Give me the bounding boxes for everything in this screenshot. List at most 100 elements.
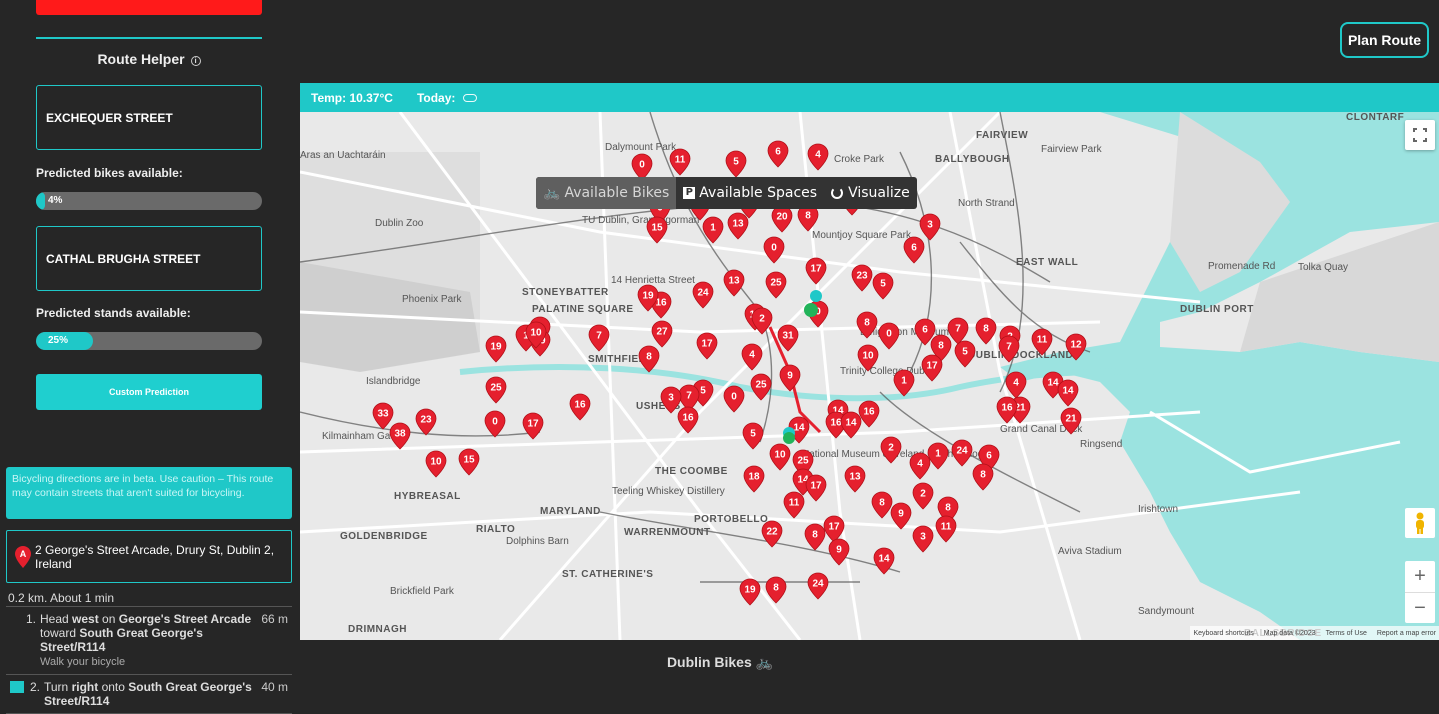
station-marker[interactable]: 17 xyxy=(921,354,943,382)
station-marker[interactable]: 16 xyxy=(677,406,699,434)
available-bikes-tab[interactable]: 🚲 Available Bikes xyxy=(536,177,677,209)
station-marker[interactable]: 17 xyxy=(805,257,827,285)
zoom-out-button[interactable]: − xyxy=(1405,592,1435,623)
station-marker[interactable]: 19 xyxy=(485,335,507,363)
station-marker[interactable]: 5 xyxy=(725,150,747,178)
fullscreen-button[interactable] xyxy=(1405,120,1435,150)
street-view-pegman[interactable] xyxy=(1405,508,1435,538)
station-marker[interactable]: 11 xyxy=(669,148,691,176)
weather-bar: Temp: 10.37°C Today: xyxy=(300,83,1439,112)
station-marker[interactable]: 14 xyxy=(1057,379,1079,407)
station-marker[interactable]: 5 xyxy=(742,422,764,450)
map-place-label: Trinity College Dublin xyxy=(840,366,935,377)
station-marker[interactable]: 2 xyxy=(912,482,934,510)
station-marker[interactable]: 8 xyxy=(804,523,826,551)
station-marker[interactable]: 7 xyxy=(588,324,610,352)
terms-link[interactable]: Terms of Use xyxy=(1326,630,1367,637)
station-marker[interactable]: 33 xyxy=(372,402,394,430)
station-marker[interactable]: 8 xyxy=(871,491,893,519)
station-marker[interactable]: 1 xyxy=(927,442,949,470)
svg-text:2: 2 xyxy=(759,314,765,325)
station-marker[interactable]: 18 xyxy=(743,465,765,493)
svg-text:6: 6 xyxy=(775,147,781,158)
info-icon[interactable]: i xyxy=(190,56,201,66)
available-spaces-tab[interactable]: P Available Spaces xyxy=(676,177,824,209)
station-marker[interactable]: 3 xyxy=(919,213,941,241)
visualize-tab[interactable]: Visualize xyxy=(824,177,917,209)
svg-text:1: 1 xyxy=(710,223,716,234)
station-marker[interactable]: 10 xyxy=(425,450,447,478)
station-marker[interactable]: 9 xyxy=(779,364,801,392)
station-marker[interactable]: 19 xyxy=(739,578,761,606)
station-marker[interactable]: 3 xyxy=(912,525,934,553)
station-marker[interactable]: 13 xyxy=(727,212,749,240)
station-marker[interactable]: 13 xyxy=(723,269,745,297)
station-marker[interactable]: 7 xyxy=(947,317,969,345)
station-marker[interactable]: 17 xyxy=(805,474,827,502)
station-marker[interactable]: 16 xyxy=(858,400,880,428)
map-place-label: Dalymount Park xyxy=(605,142,677,153)
svg-text:14: 14 xyxy=(793,423,805,434)
report-error-link[interactable]: Report a map error xyxy=(1377,630,1436,637)
plan-route-button[interactable]: Plan Route xyxy=(1340,22,1429,58)
station-marker[interactable]: 14 xyxy=(873,547,895,575)
station-marker[interactable]: 0 xyxy=(878,322,900,350)
custom-prediction-button[interactable]: Custom Prediction xyxy=(36,374,262,410)
keyboard-shortcuts-link[interactable]: Keyboard shortcuts xyxy=(1193,630,1253,637)
station-marker[interactable]: 23 xyxy=(851,264,873,292)
map-place-label: 14 Henrietta Street xyxy=(611,275,695,286)
station-marker[interactable]: 6 xyxy=(767,140,789,168)
svg-text:7: 7 xyxy=(686,391,692,402)
station-marker[interactable]: 16 xyxy=(569,393,591,421)
direction-step[interactable]: 1. Head west on George's Street Arcade t… xyxy=(6,607,292,675)
direction-step[interactable]: 2. Turn right onto South Great George's … xyxy=(6,675,292,714)
station-marker[interactable]: 4 xyxy=(807,143,829,171)
station-marker[interactable]: 24 xyxy=(951,439,973,467)
station-marker[interactable]: 0 xyxy=(763,236,785,264)
station-marker[interactable]: 9 xyxy=(828,538,850,566)
station-marker[interactable]: 17 xyxy=(522,412,544,440)
map[interactable]: Dalymount Park Croke Park BALLYBOUGH FAIRVI… xyxy=(300,112,1439,640)
map-place-label: TU Dublin, Grangegorman xyxy=(582,215,699,226)
station-marker[interactable]: 23 xyxy=(415,408,437,436)
station-marker[interactable]: 11 xyxy=(783,491,805,519)
svg-text:25: 25 xyxy=(797,456,809,467)
station-marker[interactable]: 0 xyxy=(723,385,745,413)
station-marker[interactable]: 38 xyxy=(389,422,411,450)
station-marker[interactable]: 13 xyxy=(844,465,866,493)
start-address[interactable]: A 2 George's Street Arcade, Drury St, Du… xyxy=(6,530,292,583)
station-marker[interactable]: 4 xyxy=(909,452,931,480)
station-marker[interactable]: 15 xyxy=(458,448,480,476)
from-station-box[interactable]: EXCHEQUER STREET xyxy=(36,85,262,150)
station-marker[interactable]: 5 xyxy=(872,272,894,300)
station-marker[interactable]: 31 xyxy=(777,324,799,352)
station-marker[interactable]: 24 xyxy=(807,572,829,600)
station-marker[interactable]: 1 xyxy=(893,369,915,397)
svg-text:25: 25 xyxy=(755,380,767,391)
station-marker[interactable]: 8 xyxy=(972,463,994,491)
zoom-in-button[interactable]: + xyxy=(1405,561,1435,592)
station-marker[interactable]: 25 xyxy=(765,271,787,299)
svg-text:5: 5 xyxy=(880,279,886,290)
station-marker[interactable]: 11 xyxy=(935,515,957,543)
to-station-box[interactable]: CATHAL BRUGHA STREET xyxy=(36,226,262,291)
map-place-label: Tolka Quay xyxy=(1298,262,1348,273)
station-marker[interactable]: 17 xyxy=(696,332,718,360)
station-marker[interactable]: 5 xyxy=(954,340,976,368)
station-marker[interactable]: 27 xyxy=(651,320,673,348)
map-mode-toggle[interactable]: 🚲 Available Bikes P Available Spaces Visua… xyxy=(536,177,917,209)
station-marker[interactable]: 4 xyxy=(1005,371,1027,399)
close-route-button[interactable] xyxy=(36,0,262,15)
station-marker[interactable]: 24 xyxy=(692,281,714,309)
svg-text:4: 4 xyxy=(749,350,755,361)
start-point-dot xyxy=(804,303,818,317)
station-marker[interactable]: 10 xyxy=(769,443,791,471)
station-marker[interactable]: 17 xyxy=(823,515,845,543)
svg-text:24: 24 xyxy=(956,446,968,457)
svg-text:0: 0 xyxy=(886,329,892,340)
station-marker[interactable]: 25 xyxy=(485,376,507,404)
station-marker[interactable]: 20 xyxy=(771,205,793,233)
station-marker[interactable]: 25 xyxy=(750,373,772,401)
station-marker[interactable]: 0 xyxy=(484,410,506,438)
station-marker[interactable]: 6 xyxy=(903,236,925,264)
